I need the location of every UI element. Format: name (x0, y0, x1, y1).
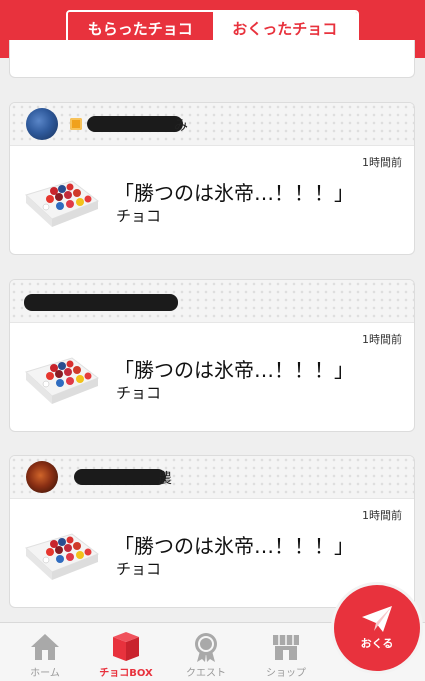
chocolate-type: チョコ (116, 384, 162, 402)
sender-row (10, 280, 414, 323)
redacted-name (24, 294, 178, 311)
badge-icon (70, 118, 82, 130)
chocolate-box-image (25, 357, 100, 404)
nav-home-label: ホーム (30, 668, 60, 679)
avatar (26, 108, 58, 140)
timestamp: 1時間前 (362, 509, 402, 522)
chocolate-message: 「勝つのは氷帝…！！！」 (114, 534, 354, 558)
paper-plane-icon (362, 606, 392, 632)
timestamp: 1時間前 (362, 333, 402, 346)
gift-box-icon (113, 632, 139, 661)
list-item[interactable]: 1時間前 「勝つのは氷帝…！！！」 チョコ (9, 279, 415, 432)
nav-shop-label: ショップ (266, 668, 306, 679)
sender-name-tail: み (174, 118, 188, 134)
home-icon (31, 634, 59, 660)
chocolate-box-image (25, 533, 100, 580)
send-button[interactable]: おくる (334, 585, 420, 671)
sender-name-tail: 農 (158, 471, 172, 487)
sender-row: 農 (10, 456, 414, 499)
timestamp: 1時間前 (362, 156, 402, 169)
nav-quest-label: クエスト (186, 668, 226, 679)
send-button-label: おくる (360, 637, 394, 650)
sender-row: み (10, 103, 414, 146)
chocolate-message: 「勝つのは氷帝…！！！」 (114, 358, 354, 382)
medal-icon (195, 633, 217, 662)
chocolate-type: チョコ (116, 207, 162, 225)
chocolate-message: 「勝つのは氷帝…！！！」 (114, 181, 354, 205)
list-item[interactable]: 農 1時間前 「勝つのは氷帝…！！！」 チョコ (9, 455, 415, 608)
avatar (26, 461, 58, 493)
shop-icon (273, 635, 299, 660)
list-item-partial[interactable] (9, 40, 415, 78)
list-item[interactable]: み 1時間前 「勝つのは氷帝…！！！」 チョコ (9, 102, 415, 255)
chocolate-box-image (25, 180, 100, 227)
chocolate-type: チョコ (116, 560, 162, 578)
nav-chocobox[interactable]: チョコBOX (86, 623, 166, 681)
nav-shop[interactable]: ショップ (246, 623, 326, 681)
nav-home[interactable]: ホーム (5, 623, 85, 681)
nav-quest[interactable]: クエスト (166, 623, 246, 681)
redacted-name (87, 116, 183, 132)
nav-chocobox-label: チョコBOX (99, 668, 153, 679)
redacted-name (74, 469, 166, 485)
